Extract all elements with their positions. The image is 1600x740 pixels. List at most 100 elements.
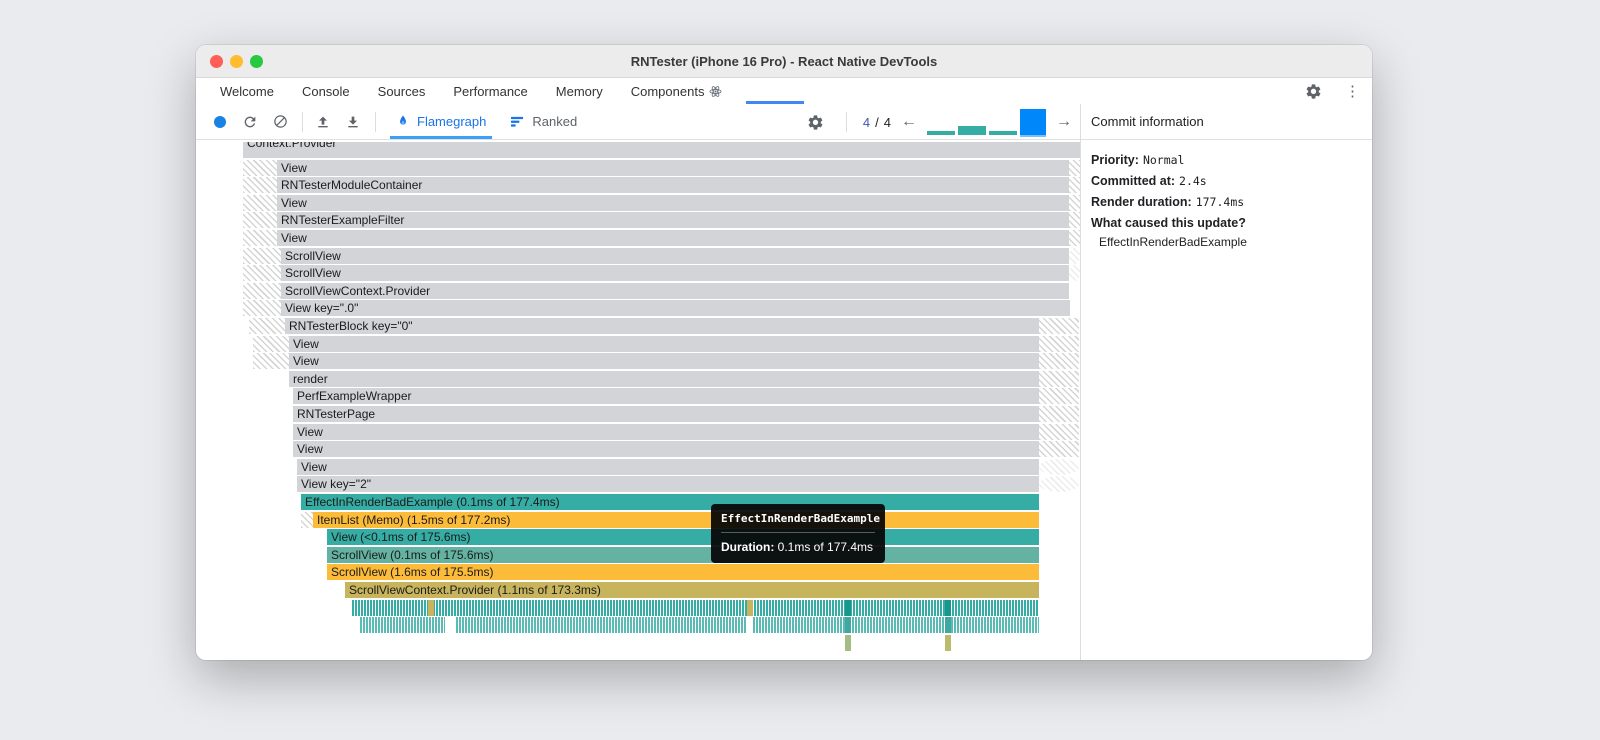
unrendered-hatch-right bbox=[1069, 159, 1080, 176]
flame-bar[interactable]: ScrollView (0.1ms of 175.6ms) bbox=[327, 546, 1039, 563]
flame-micro-bars[interactable] bbox=[360, 617, 1039, 634]
flame-bar[interactable]: ScrollView (1.6ms of 175.5ms) bbox=[327, 564, 1039, 581]
flame-bar[interactable]: PerfExampleWrapper bbox=[293, 388, 1039, 405]
flame-bar[interactable]: ScrollView bbox=[281, 265, 1069, 282]
tab-ranked-label: Ranked bbox=[532, 114, 578, 129]
unrendered-hatch-left bbox=[249, 318, 285, 334]
flame-bar-label: Context.Provider bbox=[247, 142, 337, 150]
update-cause-label: What caused this update? bbox=[1091, 216, 1246, 230]
flame-micro-bar-highlight bbox=[428, 599, 434, 616]
gear-icon[interactable] bbox=[804, 110, 828, 134]
record-icon[interactable] bbox=[208, 110, 232, 134]
flame-row: ScrollView bbox=[196, 247, 1080, 264]
tab-sources[interactable]: Sources bbox=[364, 78, 440, 104]
flame-row: EffectInRenderBadExample (0.1ms of 177.4… bbox=[196, 494, 1080, 510]
unrendered-hatch-right bbox=[1039, 370, 1079, 387]
commit-bar-2[interactable] bbox=[958, 126, 986, 135]
flame-micro-bar-highlight bbox=[845, 617, 851, 634]
tab-label: Performance bbox=[453, 83, 528, 99]
unrendered-hatch-right bbox=[1039, 353, 1079, 370]
flame-bar[interactable]: View bbox=[293, 441, 1039, 458]
flame-bar[interactable]: ItemList (Memo) (1.5ms of 177.2ms) bbox=[313, 511, 1039, 528]
next-commit-arrow[interactable]: → bbox=[1054, 113, 1074, 131]
flame-bar[interactable]: View bbox=[289, 335, 1039, 352]
kebab-icon[interactable]: ⋮ bbox=[1341, 82, 1364, 100]
tab-memory[interactable]: Memory bbox=[542, 78, 617, 104]
flame-bar[interactable]: View bbox=[289, 353, 1039, 370]
flame-bar-label: View bbox=[297, 442, 323, 457]
tab-flamegraph-label: Flamegraph bbox=[417, 114, 487, 129]
download-icon[interactable] bbox=[341, 110, 365, 134]
commit-current[interactable]: 4 bbox=[863, 115, 870, 130]
flame-bar[interactable]: ScrollView bbox=[281, 247, 1069, 264]
flame-row: RNTesterModuleContainer bbox=[196, 177, 1080, 194]
flame-row: View key=".0" bbox=[196, 300, 1080, 317]
tab-ranked[interactable]: Ranked bbox=[498, 104, 589, 139]
update-cause-value[interactable]: EffectInRenderBadExample bbox=[1091, 235, 1362, 249]
flame-bar[interactable]: RNTesterBlock key="0" bbox=[285, 318, 1039, 334]
unrendered-hatch-left bbox=[243, 230, 277, 246]
flame-row: View bbox=[196, 230, 1080, 246]
flame-bar[interactable]: EffectInRenderBadExample (0.1ms of 177.4… bbox=[301, 494, 1039, 510]
flame-bar-label: PerfExampleWrapper bbox=[297, 389, 412, 404]
flame-bar[interactable]: View bbox=[293, 423, 1039, 440]
commit-info-header: Commit information bbox=[1081, 104, 1372, 140]
flame-bar[interactable]: View bbox=[277, 230, 1069, 246]
gear-icon[interactable] bbox=[1301, 79, 1325, 103]
unrendered-hatch-right bbox=[1069, 212, 1080, 229]
unrendered-hatch-left bbox=[243, 247, 281, 264]
flame-bar[interactable]: RNTesterPage bbox=[293, 406, 1039, 422]
flame-bar[interactable]: RNTesterExampleFilter bbox=[277, 212, 1069, 229]
flame-micro-bars[interactable] bbox=[352, 599, 1039, 616]
unrendered-hatch-left bbox=[243, 300, 281, 317]
flame-bar[interactable]: render bbox=[289, 370, 1039, 387]
unrendered-hatch-right bbox=[1069, 247, 1080, 264]
zoom-window-button[interactable] bbox=[250, 55, 263, 68]
flame-bar[interactable]: View key="2" bbox=[297, 476, 1039, 493]
flame-bar[interactable]: View bbox=[297, 458, 1039, 475]
flame-row: View bbox=[196, 441, 1080, 458]
flame-row: Context.Provider bbox=[196, 142, 1080, 158]
flame-bar[interactable]: View bbox=[277, 159, 1069, 176]
flame-bar-label: View (<0.1ms of 175.6ms) bbox=[331, 530, 471, 545]
flame-marker-bar[interactable] bbox=[945, 634, 951, 651]
commit-bar-1[interactable] bbox=[927, 131, 955, 135]
flame-bar-label: View bbox=[293, 354, 319, 369]
tab-welcome[interactable]: Welcome bbox=[206, 78, 288, 104]
upload-icon[interactable] bbox=[311, 110, 335, 134]
flame-row: View key="2" bbox=[196, 476, 1080, 493]
block-icon[interactable] bbox=[268, 110, 292, 134]
prev-commit-arrow[interactable]: ← bbox=[899, 113, 919, 131]
reload-icon[interactable] bbox=[238, 110, 262, 134]
flame-bar[interactable]: RNTesterModuleContainer bbox=[277, 177, 1069, 194]
commit-bar-3[interactable] bbox=[989, 131, 1017, 135]
flame-bar[interactable]: Context.Provider bbox=[243, 142, 1080, 158]
flame-marker-bar[interactable] bbox=[845, 634, 851, 651]
commit-bars-chart[interactable] bbox=[927, 108, 1046, 136]
close-window-button[interactable] bbox=[210, 55, 223, 68]
flame-bar[interactable]: View key=".0" bbox=[281, 300, 1070, 317]
flame-row: ScrollView (0.1ms of 175.6ms) bbox=[196, 546, 1080, 563]
flame-bar[interactable]: ScrollViewContext.Provider (1.1ms of 173… bbox=[345, 582, 1039, 598]
unrendered-hatch-left bbox=[253, 353, 289, 370]
flame-row: ScrollViewContext.Provider (1.1ms of 173… bbox=[196, 582, 1080, 598]
render-duration-line: Render duration: 177.4ms bbox=[1091, 195, 1245, 209]
flame-bar[interactable]: ScrollViewContext.Provider bbox=[281, 282, 1069, 299]
flame-bar-label: render bbox=[293, 371, 328, 386]
flame-micro-bar-highlight bbox=[845, 599, 851, 616]
tab-flamegraph[interactable]: Flamegraph bbox=[384, 104, 498, 139]
unrendered-hatch-right bbox=[1069, 194, 1080, 211]
flame-bar[interactable]: View bbox=[277, 194, 1069, 211]
tab-label: Console bbox=[301, 83, 350, 99]
react-atom-icon bbox=[709, 85, 722, 98]
tab-console[interactable]: Console bbox=[288, 78, 364, 104]
commit-bar-4[interactable] bbox=[1020, 109, 1046, 135]
desktop-background: RNTester (iPhone 16 Pro) - React Native … bbox=[0, 0, 1600, 740]
flame-row: RNTesterBlock key="0" bbox=[196, 318, 1080, 334]
flame-bar[interactable]: View (<0.1ms of 175.6ms) bbox=[327, 529, 1039, 546]
tab-performance[interactable]: Performance bbox=[439, 78, 541, 104]
tab-components[interactable]: Components bbox=[617, 78, 737, 104]
flame-dense-row bbox=[196, 617, 1080, 634]
tab-profiler[interactable] bbox=[736, 78, 814, 104]
minimize-window-button[interactable] bbox=[230, 55, 243, 68]
